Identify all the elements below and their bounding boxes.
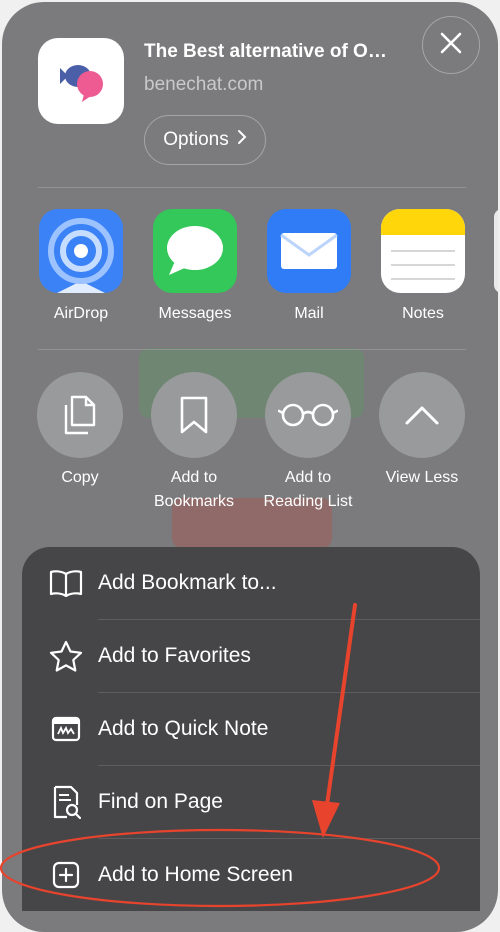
quick-note-icon (48, 711, 84, 747)
close-icon (439, 31, 463, 60)
bookmark-icon (151, 372, 237, 458)
action-label: View Less (385, 469, 459, 486)
action-add-to-reading-list[interactable]: Add to Reading List (253, 372, 363, 514)
share-app-partial[interactable] (494, 209, 498, 293)
action-view-less[interactable]: View Less (367, 372, 477, 490)
action-label: Add to Reading List (263, 469, 353, 510)
close-button[interactable] (422, 16, 480, 74)
menu-item-add-to-quick-note[interactable]: Add to Quick Note (48, 693, 458, 765)
options-label: Options (163, 129, 229, 150)
page-domain: benechat.com (144, 74, 264, 95)
add-square-icon (48, 857, 84, 893)
menu-item-label: Find on Page (98, 790, 223, 813)
book-icon (48, 565, 84, 601)
share-sheet: The Best alternative of O… benechat.com … (2, 2, 498, 932)
share-app-label: Mail (294, 305, 324, 322)
star-icon (48, 638, 84, 674)
actions-menu: Add Bookmark to... Add to Favorites Add … (22, 547, 480, 911)
menu-item-label: Add to Favorites (98, 644, 251, 667)
benechat-logo (38, 38, 124, 124)
menu-item-find-on-page[interactable]: Find on Page (48, 766, 458, 838)
page-title: The Best alternative of O… (144, 41, 387, 62)
action-add-to-bookmarks[interactable]: Add to Bookmarks (139, 372, 249, 514)
menu-item-add-to-home-screen[interactable]: Add to Home Screen (48, 839, 458, 911)
menu-item-label: Add to Quick Note (98, 717, 269, 740)
share-app-notes[interactable]: Notes (380, 209, 466, 323)
mail-icon (267, 209, 351, 293)
share-app-messages[interactable]: Messages (152, 209, 238, 323)
share-app-mail[interactable]: Mail (266, 209, 352, 323)
share-app-airdrop[interactable]: AirDrop (38, 209, 124, 323)
copy-icon (37, 372, 123, 458)
menu-item-add-bookmark-to[interactable]: Add Bookmark to... (48, 547, 458, 619)
divider (38, 187, 466, 188)
share-app-label: Notes (402, 305, 444, 322)
notes-icon (381, 209, 465, 293)
share-app-label: AirDrop (53, 305, 109, 322)
airdrop-icon (39, 209, 123, 293)
chevron-right-icon (237, 129, 247, 151)
find-on-page-icon (48, 784, 84, 820)
action-label: Add to Bookmarks (153, 469, 235, 510)
menu-item-add-to-favorites[interactable]: Add to Favorites (48, 620, 458, 692)
action-label: Copy (61, 469, 99, 486)
menu-item-label: Add to Home Screen (98, 863, 293, 886)
options-button[interactable]: Options (144, 115, 266, 165)
chevron-up-icon (379, 372, 465, 458)
divider (38, 349, 466, 350)
action-copy[interactable]: Copy (25, 372, 135, 490)
menu-item-label: Add Bookmark to... (98, 571, 277, 594)
glasses-icon (265, 372, 351, 458)
share-app-label: Messages (158, 305, 232, 322)
messages-icon (153, 209, 237, 293)
